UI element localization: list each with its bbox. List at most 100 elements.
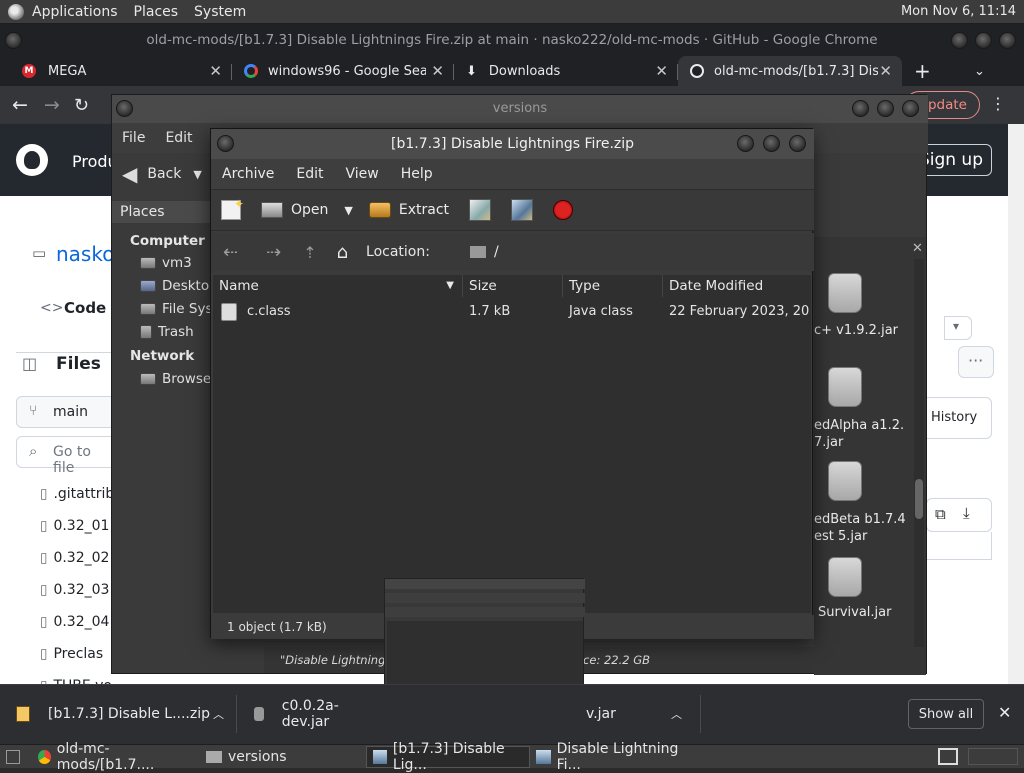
up-icon[interactable]: ⇡ [303,243,316,262]
page-scrollbar[interactable] [1008,124,1024,684]
github-logo-icon[interactable] [16,144,48,176]
back-arrow-icon[interactable]: ← [12,94,28,116]
help-menu[interactable]: Help [390,166,444,182]
workspace-switcher[interactable] [968,748,1018,765]
minimize-button[interactable] [737,135,754,152]
minimize-button[interactable] [951,32,968,49]
open-recent-dropdown[interactable]: ▼ [338,204,358,217]
file-tree-item[interactable]: ▯ 0.32_03 [40,582,109,598]
download-item[interactable]: c0.0.2a-dev.jar [254,685,384,743]
scrollbar-thumb[interactable] [915,479,923,519]
sidebar-item-desktop[interactable]: Desktop [140,278,218,294]
file-tree-item[interactable]: ▯ .gitattrib [40,486,114,502]
view-menu[interactable]: View [335,166,390,182]
jar-file-label[interactable]: c+ v1.9.2.jar [814,323,898,338]
jar-file-label[interactable]: edBeta b1.7.4 est 5.jar [814,511,906,545]
sidebar-item-browse-network[interactable]: Browse [140,371,211,387]
download-item[interactable]: v.jar ︿ [586,685,698,743]
maximize-button[interactable] [763,135,780,152]
sidebar-item-vm3[interactable]: vm3 [140,255,192,271]
jar-file-icon[interactable] [828,557,862,597]
file-tree-item[interactable]: ▯ 0.32_02 [40,550,109,566]
back-icon[interactable]: ⇠ [223,242,238,263]
copy-icon[interactable]: ⧉ [935,505,946,523]
go-to-file-input[interactable]: ⌕ Go to file [16,436,116,476]
extract-button[interactable]: Extract [359,202,459,218]
jar-file-label[interactable]: Survival.jar [818,605,891,620]
close-pane-icon[interactable]: ✕ [912,241,923,256]
maximize-button[interactable] [877,100,894,117]
show-all-button[interactable]: Show all [908,699,984,729]
open-button[interactable]: Open [251,202,338,218]
archive-menu[interactable]: Archive [211,166,285,182]
download-item[interactable]: [b1.7.3] Disable L....zip ︿ [16,685,234,743]
location-path[interactable]: / [494,244,499,260]
jar-file-icon[interactable] [828,367,862,407]
tab-downloads[interactable]: ⬇ Downloads ✕ [454,56,678,86]
tab-search-button[interactable]: ⌄ [962,56,1002,86]
add-folder-button[interactable] [501,199,543,221]
applications-menu[interactable]: Applications [24,4,126,20]
show-desktop-icon[interactable] [6,749,20,764]
file-menu[interactable]: File [112,130,155,146]
forward-icon[interactable]: ⇢ [266,242,281,263]
history-button[interactable]: History [926,397,992,439]
repo-owner-link[interactable]: nasko [56,242,114,266]
edit-menu[interactable]: Edit [155,130,202,146]
places-selector[interactable]: Places [112,201,222,223]
applications-menu-icon[interactable] [8,3,24,20]
chevron-up-icon[interactable]: ︿ [213,706,224,722]
close-icon[interactable]: ✕ [879,62,892,80]
sidebar-toggle-icon[interactable]: ◫ [22,354,37,373]
window-menu-button[interactable] [5,32,22,49]
close-button[interactable] [902,100,919,117]
minimize-button[interactable] [852,100,869,117]
close-icon[interactable]: ✕ [431,62,444,80]
jar-file-icon[interactable] [828,273,862,313]
column-header-date-modified[interactable]: Date Modified [663,275,811,297]
edit-menu[interactable]: Edit [285,166,334,182]
chevron-up-icon[interactable]: ︿ [671,706,682,722]
clock[interactable]: Mon Nov 6, 11:14 [901,4,1016,19]
jar-file-icon[interactable] [828,461,862,501]
chrome-menu-icon[interactable]: ⋮ [990,94,1006,113]
versions-title-bar[interactable]: versions [112,95,928,123]
tab-mega[interactable]: M MEGA ✕ [0,56,232,86]
download-file-icon[interactable]: ⤓ [963,504,970,522]
system-menu[interactable]: System [186,4,254,20]
table-row[interactable]: c.class 1.7 kB Java class 22 February 20… [213,299,811,325]
close-icon[interactable]: ✕ [998,703,1011,722]
home-icon[interactable]: ⌂ [337,242,348,263]
column-header-type[interactable]: Type [563,275,663,297]
workspace-switcher-icon[interactable] [938,748,958,765]
close-icon[interactable]: ✕ [209,62,222,80]
archive-title-bar[interactable]: [b1.7.3] Disable Lightnings Fire.zip [211,129,814,159]
taskbar-item-chrome[interactable]: old-mc-mods/[b1.7.... [32,741,200,773]
file-tree-item[interactable]: ▯ Preclas [40,646,103,662]
new-archive-button[interactable]: ✦ [211,197,251,220]
branch-dropdown-button[interactable]: ▾ [944,316,972,340]
reload-icon[interactable]: ↻ [74,95,89,116]
places-menu[interactable]: Places [126,4,187,20]
taskbar-item-archive-manager[interactable]: [b1.7.3] Disable Lig... [366,741,530,773]
close-button[interactable] [789,135,806,152]
taskbar-item-disable-lightning[interactable]: Disable Lightning Fi... [530,741,700,773]
window-menu-button[interactable] [116,100,133,117]
add-files-button[interactable] [459,199,501,221]
close-icon[interactable]: ✕ [655,62,668,80]
new-tab-button[interactable]: + [902,56,942,86]
file-tree-item[interactable]: ▯ 0.32_04 [40,614,109,630]
window-menu-button[interactable] [217,135,234,152]
sidebar-item-filesystem[interactable]: File Syst [140,301,218,317]
close-button[interactable] [999,32,1016,49]
column-header-name[interactable]: Name ▼ [213,275,463,297]
tab-google-search[interactable]: windows96 - Google Search ✕ [232,56,454,86]
code-tab[interactable]: Code [64,299,106,317]
tab-github-active[interactable]: old-mc-mods/[b1.7.3] Disable ✕ [678,56,902,86]
forward-arrow-icon[interactable]: → [44,94,60,116]
jar-file-label[interactable]: edAlpha a1.2. 7.jar [814,417,904,451]
vertical-scrollbar[interactable] [914,259,924,649]
branch-selector[interactable]: ⑂ main [16,396,116,428]
more-options-button[interactable]: ··· [958,346,994,378]
file-tree-item[interactable]: ▯ 0.32_01 [40,518,109,534]
